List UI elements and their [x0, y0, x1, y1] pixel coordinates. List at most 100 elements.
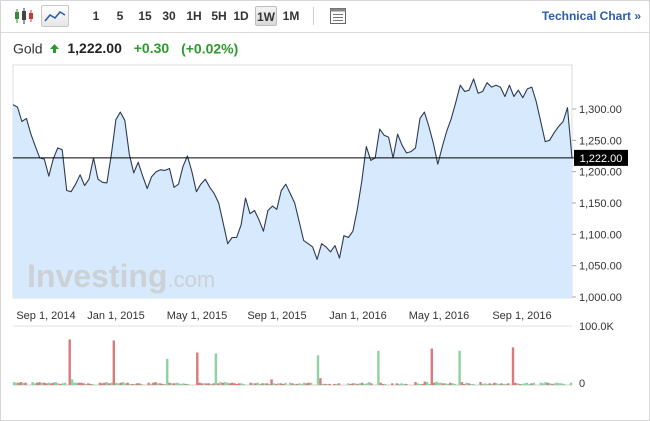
volume-bar [272, 383, 276, 385]
volume-bar [131, 383, 134, 385]
volume-bar [12, 382, 16, 385]
volume-bar [91, 383, 95, 385]
volume-bar [263, 383, 266, 385]
volume-bar [138, 383, 141, 385]
volume-bar [439, 382, 443, 385]
volume-bar [186, 383, 190, 385]
volume-bar [421, 383, 424, 385]
volume-bar [235, 383, 238, 385]
volume-bar [349, 383, 352, 385]
volume-bar [70, 379, 74, 385]
volume-bar [451, 383, 454, 385]
volume-bar [465, 382, 468, 385]
volume-bar [163, 383, 167, 385]
volume-bar [68, 339, 71, 385]
volume-bar [405, 383, 408, 385]
volume-bar [175, 382, 178, 385]
volume-bar [289, 382, 292, 385]
volume-bar [103, 382, 106, 385]
volume-bar [49, 383, 53, 385]
volume-bar [391, 383, 394, 385]
volume-bar [486, 383, 489, 385]
y-tick-label: 1,100.00 [579, 229, 622, 241]
volume-bar [75, 382, 78, 385]
volume-bar [507, 383, 510, 385]
volume-bar [261, 383, 264, 385]
volume-bar [530, 383, 533, 385]
volume-bar [569, 382, 573, 385]
volume-bar [254, 383, 257, 385]
volume-bar [323, 383, 327, 385]
volume-bar [326, 383, 329, 385]
volume-bar [80, 382, 83, 385]
volume-bar [497, 383, 501, 385]
volume-bar [560, 383, 563, 385]
volume-bar [268, 383, 271, 385]
y-tick-label: 1,250.00 [579, 135, 622, 147]
volume-bar [504, 383, 508, 385]
chart-widget: 1 5 15 30 1H 5H 1D 1W 1M Technical Chart » Gold … [0, 0, 650, 421]
volume-bar [47, 382, 50, 385]
current-price-label: 1,222.00 [580, 153, 623, 165]
volume-bar [347, 383, 350, 385]
volume-bar [379, 382, 382, 385]
volume-axis-max: 100.0K [579, 321, 615, 333]
volume-bar [256, 382, 259, 385]
volume-bar [284, 382, 287, 385]
volume-bar [242, 383, 245, 385]
volume-bar [307, 382, 310, 385]
volume-bar [182, 383, 185, 385]
x-tick-label: May 1, 2015 [167, 310, 228, 322]
volume-bar [467, 383, 471, 385]
volume-bar [231, 382, 234, 385]
volume-bar [98, 382, 102, 385]
volume-bar [321, 383, 324, 385]
volume-bar [319, 378, 322, 385]
volume-bar [38, 382, 41, 385]
price-chart[interactable]: Investing.com 1,222.00 1,000.00 1,050.00 1,1… [1, 1, 649, 420]
volume-bar [523, 383, 526, 385]
volume-bar [360, 382, 364, 385]
volume-bar [224, 382, 227, 385]
volume-bar [168, 382, 171, 385]
volume-bar [511, 347, 515, 385]
volume-bar [335, 383, 338, 385]
volume-bar [114, 382, 118, 385]
volume-bar [516, 383, 519, 385]
volume-bar [358, 383, 361, 385]
y-tick-label: 1,050.00 [579, 261, 622, 273]
volume-bar [147, 382, 150, 385]
volume-bar [518, 383, 522, 385]
volume-bar [212, 383, 215, 385]
volume-bar [152, 382, 155, 385]
volume-bar [460, 382, 464, 385]
volume-bar [33, 383, 37, 385]
volume-bar [207, 383, 211, 385]
volume-bar [521, 383, 524, 385]
volume-bar [56, 383, 60, 385]
volume-bar [15, 382, 18, 385]
volume-bar [425, 382, 429, 385]
volume-bar [84, 383, 88, 385]
volume-bar [228, 383, 231, 385]
volume-bar [398, 383, 401, 385]
x-tick-label: Jan 1, 2016 [329, 310, 387, 322]
volume-bar [291, 383, 294, 385]
volume-bar [110, 382, 113, 385]
volume-bar [19, 382, 23, 385]
volume-bar [532, 382, 536, 385]
volume-bar [170, 383, 173, 385]
volume-bar [233, 383, 236, 385]
volume-bar [453, 383, 457, 385]
volume-bar [214, 353, 218, 385]
volume-bar [277, 383, 280, 385]
volume-bar [121, 382, 125, 385]
volume-bar [61, 383, 64, 385]
volume-bar [159, 383, 162, 385]
volume-bar [458, 350, 461, 385]
volume-axis-zero: 0 [579, 378, 585, 390]
volume-bar [546, 382, 549, 385]
y-tick-label: 1,000.00 [579, 292, 622, 304]
volume-bar [418, 383, 422, 385]
volume-bar [73, 382, 76, 385]
